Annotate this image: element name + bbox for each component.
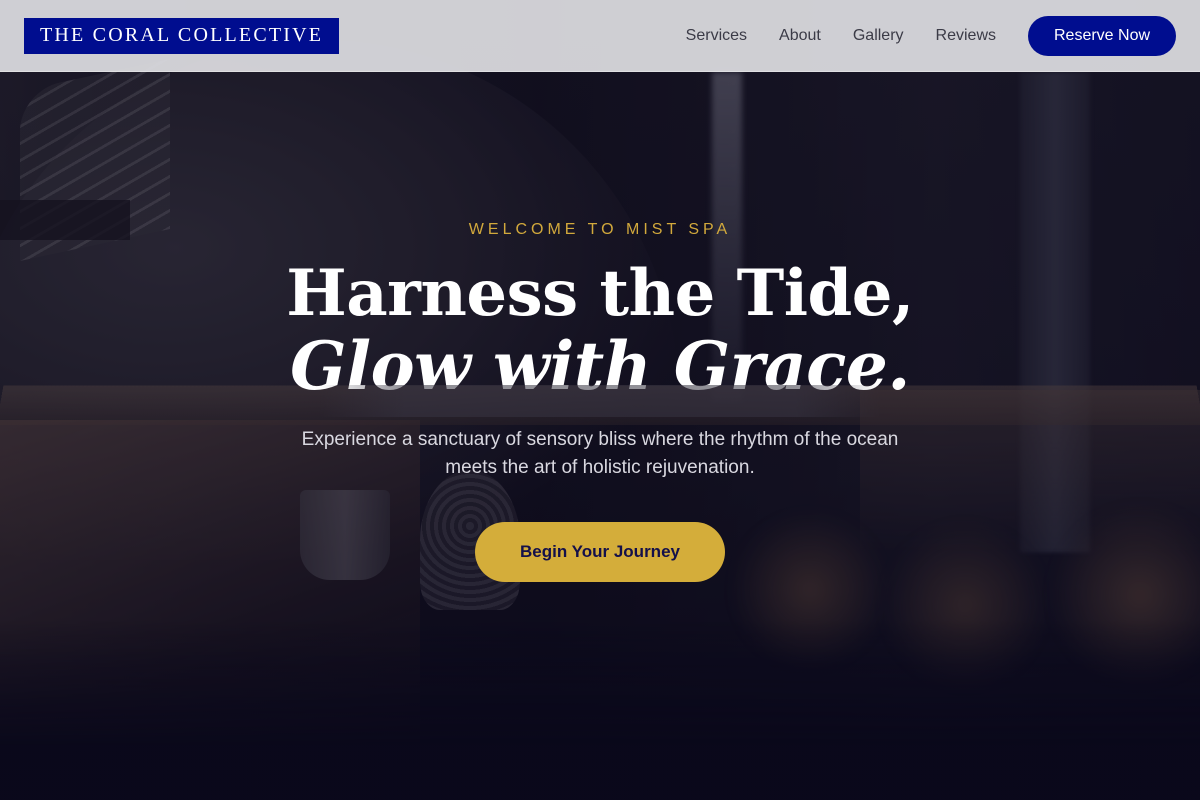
hero-headline: Harness the Tide, Glow with Grace. — [0, 258, 1200, 402]
hero-subtitle: Experience a sanctuary of sensory bliss … — [290, 426, 910, 482]
site-header: THE CORAL COLLECTIVE Services About Gall… — [0, 0, 1200, 72]
headline-line-1: Harness the Tide, — [0, 258, 1200, 330]
main-nav: Services About Gallery Reviews Reserve N… — [686, 16, 1176, 56]
hero-content: WELCOME TO MIST SPA Harness the Tide, Gl… — [0, 0, 1200, 800]
begin-journey-button[interactable]: Begin Your Journey — [475, 522, 725, 582]
headline-reflection — [320, 385, 880, 417]
nav-link-gallery[interactable]: Gallery — [853, 27, 904, 45]
nav-link-services[interactable]: Services — [686, 27, 747, 45]
nav-link-about[interactable]: About — [779, 27, 821, 45]
brand-logo[interactable]: THE CORAL COLLECTIVE — [24, 18, 339, 54]
nav-link-reviews[interactable]: Reviews — [936, 27, 996, 45]
hero-eyebrow: WELCOME TO MIST SPA — [0, 221, 1200, 239]
reserve-now-button[interactable]: Reserve Now — [1028, 16, 1176, 56]
